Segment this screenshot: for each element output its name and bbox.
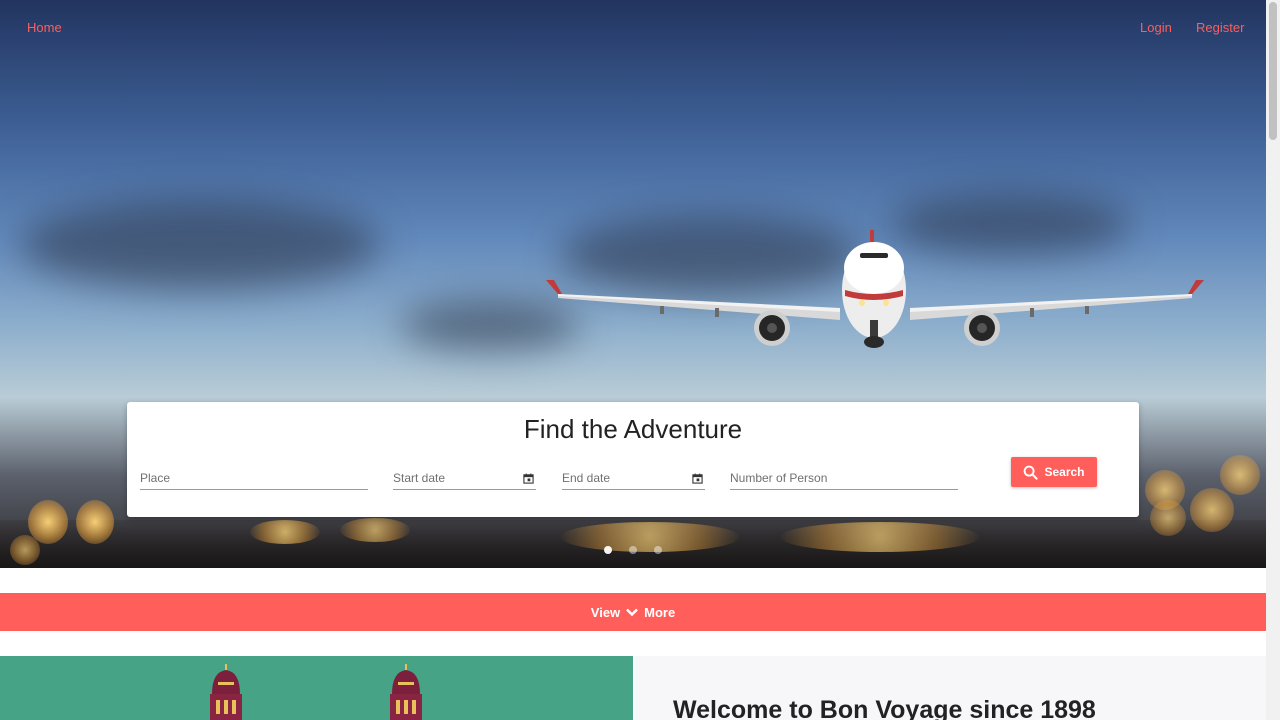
persons-field: [730, 468, 958, 490]
top-navigation: Home Login Register: [0, 0, 1266, 56]
carousel-dot-2[interactable]: [629, 546, 637, 554]
bokeh-light: [10, 535, 40, 565]
search-card: Find the Adventure Place Start date End …: [127, 402, 1139, 517]
nav-register-link[interactable]: Register: [1196, 20, 1244, 35]
carousel-dot-3[interactable]: [654, 546, 662, 554]
calendar-icon[interactable]: [523, 473, 534, 484]
bokeh-light: [1220, 455, 1260, 495]
bokeh-light: [780, 522, 980, 552]
tower-illustration: [390, 664, 422, 720]
tower-illustration: [210, 664, 242, 720]
calendar-icon[interactable]: [692, 473, 703, 484]
scrollbar-thumb[interactable]: [1269, 2, 1277, 140]
hero-carousel: Home Login Register Find the Adventure P…: [0, 0, 1266, 568]
bokeh-light: [1150, 500, 1186, 536]
search-button-label: Search: [1044, 465, 1085, 479]
search-button[interactable]: Search: [1011, 457, 1097, 487]
bokeh-light: [250, 520, 320, 544]
view-more-left-label: View: [590, 604, 621, 620]
welcome-section: Welcome to Bon Voyage since 1898: [634, 656, 1266, 720]
carousel-dot-1[interactable]: [604, 546, 612, 554]
search-title: Find the Adventure: [523, 414, 743, 444]
page: Home Login Register Find the Adventure P…: [0, 0, 1266, 720]
nav-login-link[interactable]: Login: [1140, 20, 1172, 35]
persons-input[interactable]: [730, 468, 958, 485]
view-more-right-label: More: [644, 604, 676, 620]
nav-home-link[interactable]: Home: [27, 20, 62, 35]
carousel-indicators: [604, 546, 662, 554]
destination-image: [0, 656, 633, 720]
place-field: [140, 468, 368, 490]
view-more-button[interactable]: View More: [0, 593, 1266, 631]
end-date-field: [562, 468, 705, 490]
place-input[interactable]: [140, 468, 368, 485]
airplane-illustration: [546, 230, 1204, 348]
bokeh-light: [76, 500, 114, 544]
bokeh-light: [340, 518, 410, 542]
welcome-title: Welcome to Bon Voyage since 1898: [673, 696, 1096, 720]
bokeh-light: [1190, 488, 1234, 532]
chevron-down-icon: [626, 608, 639, 616]
search-icon: [1024, 465, 1039, 480]
start-date-field: [393, 468, 536, 490]
end-date-input[interactable]: [562, 468, 705, 485]
hero-cloud: [20, 200, 380, 290]
page-scrollbar[interactable]: [1266, 0, 1280, 720]
start-date-input[interactable]: [393, 468, 536, 485]
